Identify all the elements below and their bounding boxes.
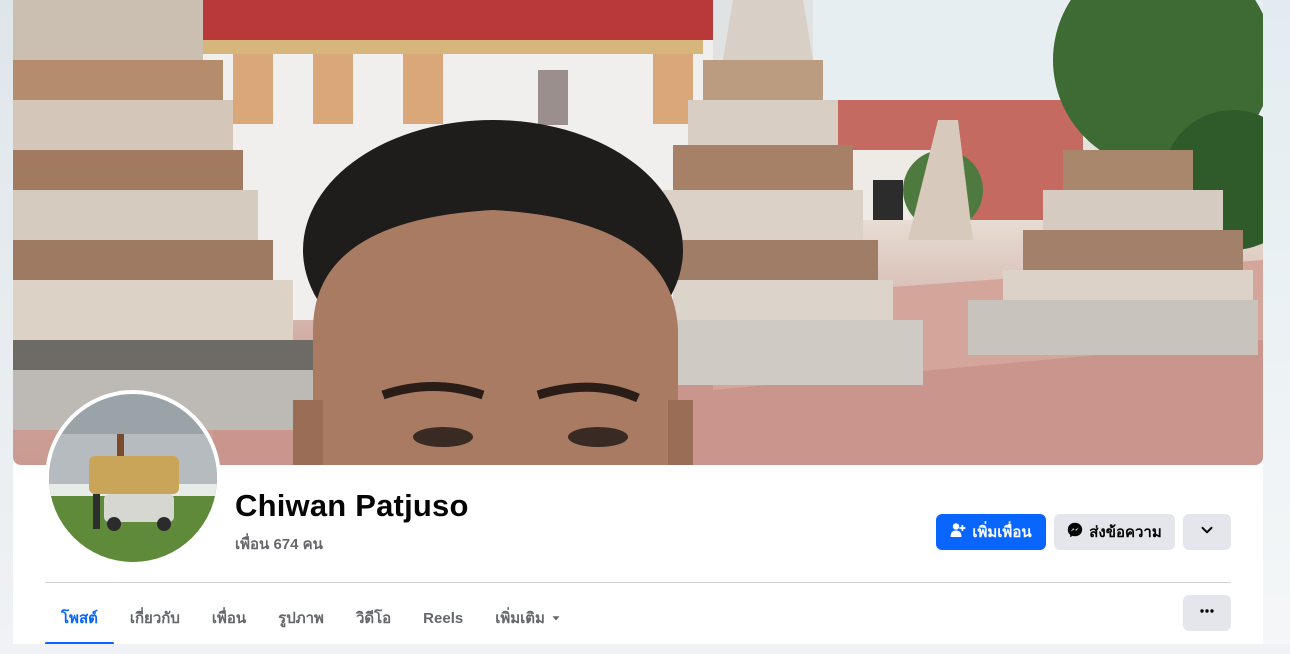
- profile-avatar[interactable]: [45, 390, 221, 566]
- page-background-right: [1263, 0, 1290, 654]
- cover-photo[interactable]: [13, 0, 1263, 465]
- tab-photos[interactable]: รูปภาพ: [262, 592, 340, 644]
- ellipsis-icon: [1199, 603, 1215, 623]
- feed-background: [0, 644, 1290, 654]
- profile-options-button[interactable]: [1183, 595, 1231, 631]
- tab-label: วิดีโอ: [355, 610, 392, 627]
- tab-label: รูปภาพ: [278, 610, 324, 627]
- tab-label: เพื่อน: [211, 610, 247, 627]
- tab-posts[interactable]: โพสต์: [45, 592, 114, 645]
- messenger-icon: [1067, 522, 1083, 542]
- tab-label: โพสต์: [61, 610, 98, 627]
- chevron-down-icon: [1200, 523, 1214, 541]
- tab-about[interactable]: เกี่ยวกับ: [114, 592, 196, 644]
- friends-count[interactable]: เพื่อน 674 คน: [235, 532, 323, 556]
- tab-label: เกี่ยวกับ: [129, 610, 180, 627]
- tab-videos[interactable]: วิดีโอ: [340, 592, 407, 644]
- person-plus-icon: [950, 522, 966, 542]
- profile-tabs: โพสต์ เกี่ยวกับ เพื่อน รูปภาพ วิดีโอ Ree…: [45, 592, 577, 645]
- tab-friends[interactable]: เพื่อน: [196, 592, 262, 644]
- profile-name: Chiwan Patjuso: [235, 488, 469, 523]
- page-background-left: [0, 0, 13, 654]
- more-actions-button[interactable]: [1183, 514, 1231, 550]
- caret-down-icon: [551, 610, 561, 627]
- add-friend-label: เพิ่มเพื่อน: [972, 524, 1032, 541]
- add-friend-button[interactable]: เพิ่มเพื่อน: [936, 514, 1046, 550]
- tab-label: เพิ่มเติม: [495, 610, 545, 627]
- profile-divider: [45, 582, 1231, 583]
- avatar-photo: [49, 394, 217, 562]
- tab-label: Reels: [423, 609, 464, 627]
- message-label: ส่งข้อความ: [1089, 524, 1162, 541]
- tab-more[interactable]: เพิ่มเติม: [479, 592, 577, 644]
- cover-photo-image: [13, 0, 1263, 465]
- tab-reels[interactable]: Reels: [407, 592, 479, 644]
- message-button[interactable]: ส่งข้อความ: [1054, 514, 1175, 550]
